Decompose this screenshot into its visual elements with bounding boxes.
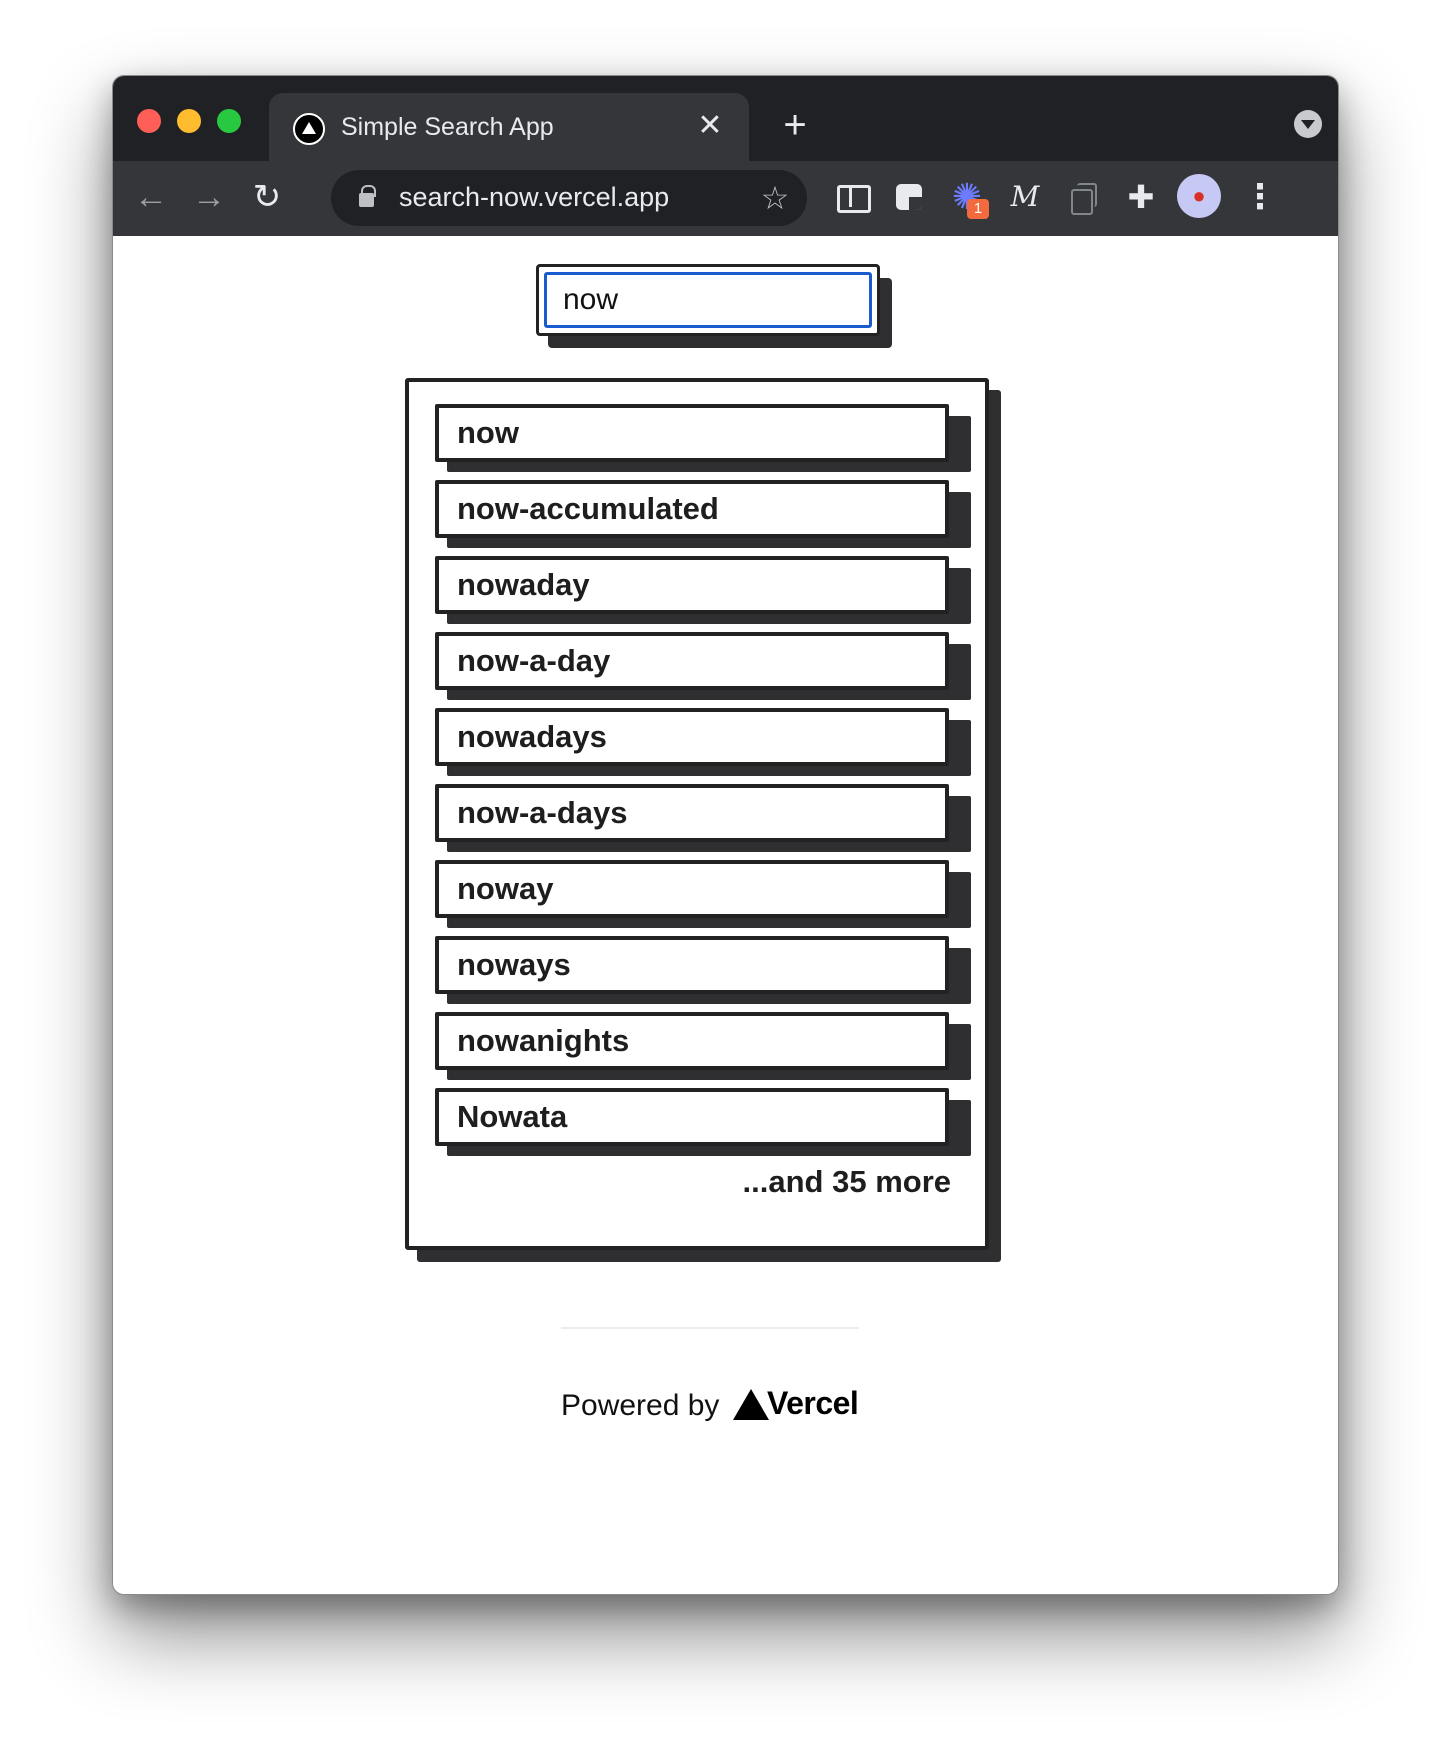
- result-label[interactable]: noway: [435, 860, 949, 918]
- back-arrow-icon[interactable]: ←: [129, 175, 173, 219]
- url-text[interactable]: search-now.vercel.app: [399, 182, 669, 213]
- result-label[interactable]: Nowata: [435, 1088, 949, 1146]
- tab-strip: Simple Search App ✕ +: [113, 76, 1338, 161]
- result-label[interactable]: nowanights: [435, 1012, 949, 1070]
- browser-window: Simple Search App ✕ + ← → ↻ search-now.v…: [112, 75, 1339, 1595]
- sparkle-extension-icon[interactable]: ✺ 1: [945, 175, 989, 219]
- vercel-triangle-logo-icon[interactable]: [733, 1389, 769, 1420]
- list-item[interactable]: nowanights: [435, 1012, 971, 1080]
- notion-extension-icon[interactable]: [887, 175, 931, 219]
- page-content: now now-accumulated nowaday now-a-day no…: [113, 236, 1338, 1594]
- list-item[interactable]: nowadays: [435, 708, 971, 776]
- new-tab-button[interactable]: +: [775, 105, 815, 146]
- minimize-window-button[interactable]: [177, 109, 201, 133]
- powered-by-label: Powered by: [561, 1389, 720, 1422]
- list-item[interactable]: now-accumulated: [435, 480, 971, 548]
- footer: Powered by Vercel: [561, 1381, 871, 1431]
- reload-icon[interactable]: ↻: [245, 175, 289, 219]
- address-bar[interactable]: search-now.vercel.app ☆: [331, 170, 807, 226]
- lock-icon[interactable]: [359, 185, 376, 207]
- footer-divider: [561, 1327, 859, 1329]
- search-container: [536, 264, 892, 348]
- list-item[interactable]: noways: [435, 936, 971, 1004]
- result-label[interactable]: nowaday: [435, 556, 949, 614]
- extension-badge: 1: [967, 199, 989, 219]
- list-item[interactable]: Nowata: [435, 1088, 971, 1156]
- list-item[interactable]: now: [435, 404, 971, 472]
- vercel-triangle-icon: [293, 113, 325, 145]
- list-item[interactable]: noway: [435, 860, 971, 928]
- result-label[interactable]: now-a-days: [435, 784, 949, 842]
- close-icon[interactable]: ✕: [693, 109, 727, 143]
- m-extension-icon[interactable]: M: [1003, 175, 1047, 219]
- results-container: now now-accumulated nowaday now-a-day no…: [405, 378, 1001, 1262]
- close-window-button[interactable]: [137, 109, 161, 133]
- search-input[interactable]: [544, 272, 872, 328]
- vercel-brand-link[interactable]: Vercel: [767, 1385, 859, 1422]
- more-results-count: ...and 35 more: [742, 1164, 951, 1199]
- browser-menu-icon[interactable]: ⋮: [1243, 175, 1277, 219]
- list-item[interactable]: nowaday: [435, 556, 971, 624]
- tab-search-icon[interactable]: [1294, 110, 1322, 138]
- profile-avatar[interactable]: ●: [1177, 174, 1221, 218]
- split-view-icon[interactable]: [829, 175, 873, 219]
- puzzle-extensions-icon[interactable]: ✚: [1119, 175, 1163, 219]
- list-item[interactable]: now-a-days: [435, 784, 971, 852]
- search-frame: [536, 264, 880, 336]
- result-label[interactable]: nowadays: [435, 708, 949, 766]
- result-label[interactable]: now-a-day: [435, 632, 949, 690]
- tab-simple-search-app[interactable]: Simple Search App ✕: [269, 93, 749, 161]
- tab-title: Simple Search App: [341, 113, 554, 141]
- list-item[interactable]: now-a-day: [435, 632, 971, 700]
- bookmark-star-icon[interactable]: ☆: [755, 178, 795, 218]
- results-panel: now now-accumulated nowaday now-a-day no…: [405, 378, 989, 1250]
- forward-arrow-icon[interactable]: →: [187, 175, 231, 219]
- result-label[interactable]: now: [435, 404, 949, 462]
- result-label[interactable]: now-accumulated: [435, 480, 949, 538]
- copy-extension-icon[interactable]: [1061, 175, 1105, 219]
- result-label[interactable]: noways: [435, 936, 949, 994]
- browser-toolbar: ← → ↻ search-now.vercel.app ☆ ✺ 1 M ✚ ● ⋮: [113, 161, 1338, 236]
- maximize-window-button[interactable]: [217, 109, 241, 133]
